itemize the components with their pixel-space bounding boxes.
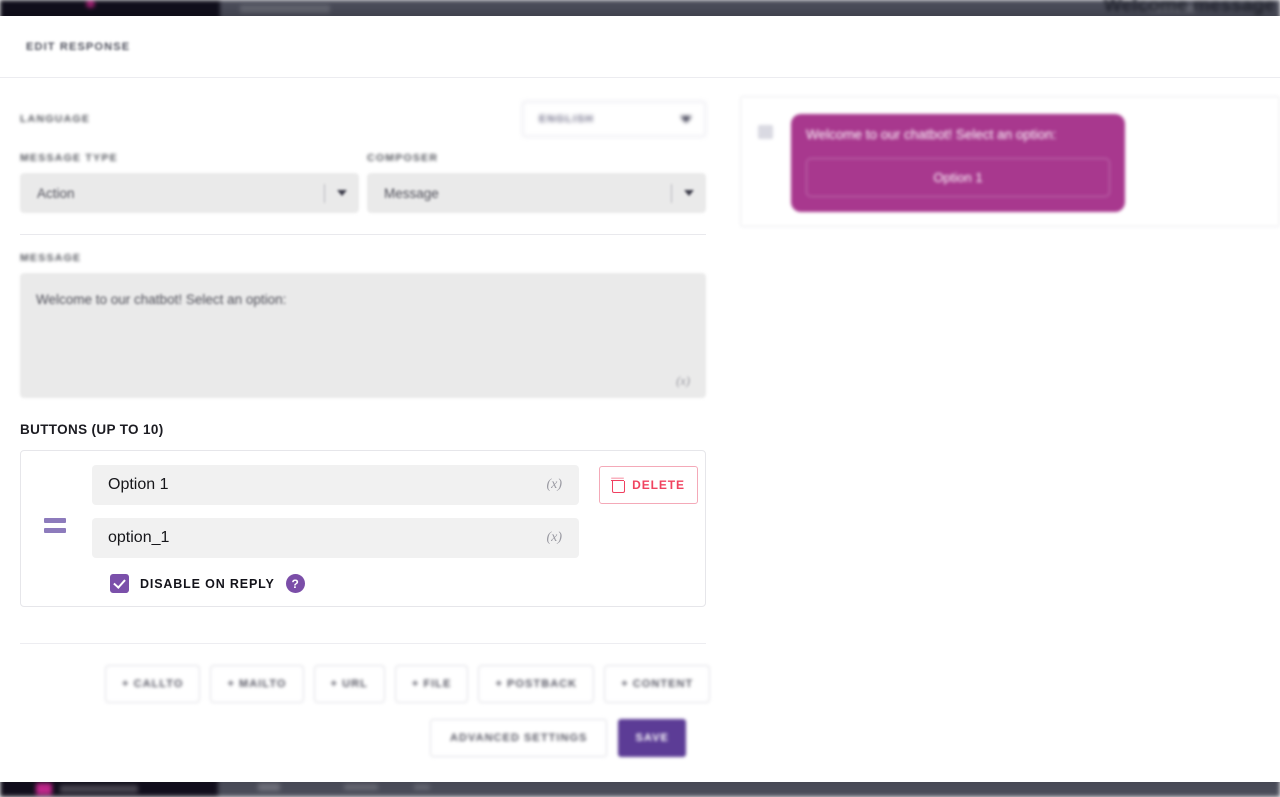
disable-on-reply-checkbox[interactable] [110, 574, 129, 593]
disable-on-reply-label: DISABLE ON REPLY [140, 576, 275, 591]
add-button-toolbar: + CALLTO + MAILTO + URL + FILE + POSTBAC… [20, 665, 711, 703]
divider [324, 183, 325, 203]
app-root: Welcome message EDIT RESPONSE LANGUAGE E… [0, 0, 1280, 797]
background-nav-placeholder-left [240, 5, 330, 13]
type-composer-row: MESSAGE TYPE Action COMPOSER Message [20, 152, 706, 213]
drag-handle-icon[interactable] [44, 518, 66, 538]
insert-variable-icon[interactable]: (x) [676, 374, 690, 389]
brand-wordmark [60, 785, 138, 793]
delete-button-label: DELETE [632, 478, 685, 492]
button-payload-row: option_1 (x) [21, 518, 705, 558]
advanced-settings-button[interactable]: ADVANCED SETTINGS [430, 719, 608, 757]
button-payload-value: option_1 [108, 529, 170, 546]
language-select[interactable]: ENGLISH [522, 101, 706, 137]
modal-header: EDIT RESPONSE [0, 16, 1280, 78]
add-mailto-button[interactable]: + MAILTO [210, 665, 304, 703]
preview-message-text: Welcome to our chatbot! Select an option… [806, 127, 1057, 142]
insert-variable-icon[interactable]: (x) [546, 477, 562, 493]
add-url-button[interactable]: + URL [313, 665, 385, 703]
button-title-input[interactable]: Option 1 (x) [92, 465, 579, 505]
help-icon[interactable]: ? [285, 574, 305, 593]
buttons-section-heading: BUTTONS (UP TO 10) [20, 422, 164, 437]
add-postback-button[interactable]: + POSTBACK [478, 665, 595, 703]
avatar [758, 125, 773, 139]
language-select-value: ENGLISH [539, 113, 595, 125]
preview-message-bubble: Welcome to our chatbot! Select an option… [791, 114, 1125, 212]
brand-logo-icon [86, 0, 95, 8]
message-type-label: MESSAGE TYPE [20, 152, 118, 164]
button-title-row: Option 1 (x) DELETE [21, 465, 705, 505]
message-field: MESSAGE Welcome to our chatbot! Select a… [20, 252, 706, 398]
composer-value: Message [384, 185, 439, 201]
preview-panel: Welcome to our chatbot! Select an option… [726, 78, 1280, 782]
background-bottom-placeholder-3 [414, 784, 430, 790]
button-title-value: Option 1 [108, 476, 169, 493]
background-page-title: Welcome message [1103, 0, 1275, 16]
message-type-select-affordance [324, 183, 347, 203]
message-type-field: MESSAGE TYPE Action [20, 152, 359, 213]
trash-icon [611, 479, 626, 493]
composer-select[interactable]: Message [367, 173, 706, 213]
add-file-button[interactable]: + FILE [394, 665, 469, 703]
language-label: LANGUAGE [20, 113, 91, 125]
modal-footer: ADVANCED SETTINGS SAVE [20, 719, 706, 757]
response-form: LANGUAGE ENGLISH MESSAGE TYPE Action COM… [0, 78, 726, 782]
composer-select-affordance [671, 183, 694, 203]
brand-mark-icon [36, 783, 52, 795]
disable-on-reply-row: DISABLE ON REPLY ? [21, 574, 705, 593]
divider [671, 183, 672, 203]
save-button[interactable]: SAVE [618, 719, 686, 757]
section-divider [20, 643, 706, 644]
button-payload-input[interactable]: option_1 (x) [92, 518, 579, 558]
background-bottom-placeholder-1 [258, 783, 280, 791]
language-row: LANGUAGE ENGLISH [20, 96, 706, 142]
section-divider [20, 234, 706, 235]
modal-body: LANGUAGE ENGLISH MESSAGE TYPE Action COM… [0, 78, 1280, 782]
add-callto-button[interactable]: + CALLTO [105, 665, 201, 703]
chevron-down-icon [684, 190, 694, 196]
add-content-button[interactable]: + CONTENT [604, 665, 711, 703]
delete-button[interactable]: DELETE [599, 466, 698, 504]
modal-title: EDIT RESPONSE [26, 40, 131, 53]
message-textarea[interactable]: Welcome to our chatbot! Select an option… [20, 273, 706, 398]
message-type-select[interactable]: Action [20, 173, 359, 213]
edit-response-modal: EDIT RESPONSE LANGUAGE ENGLISH MESSAGE T… [0, 16, 1280, 782]
preview-option-button[interactable]: Option 1 [806, 157, 1110, 197]
insert-variable-icon[interactable]: (x) [546, 530, 562, 546]
composer-label: COMPOSER [367, 152, 439, 164]
message-label: MESSAGE [20, 252, 82, 264]
preview-card: Welcome to our chatbot! Select an option… [740, 96, 1280, 227]
chevron-down-icon [680, 115, 692, 123]
message-textarea-value: Welcome to our chatbot! Select an option… [36, 292, 287, 307]
message-type-value: Action [37, 185, 75, 201]
background-bottom-placeholder-2 [344, 784, 378, 790]
composer-field: COMPOSER Message [367, 152, 706, 213]
buttons-card: Option 1 (x) DELETE option_1 (x) DISABLE… [20, 450, 706, 607]
chevron-down-icon [337, 190, 347, 196]
